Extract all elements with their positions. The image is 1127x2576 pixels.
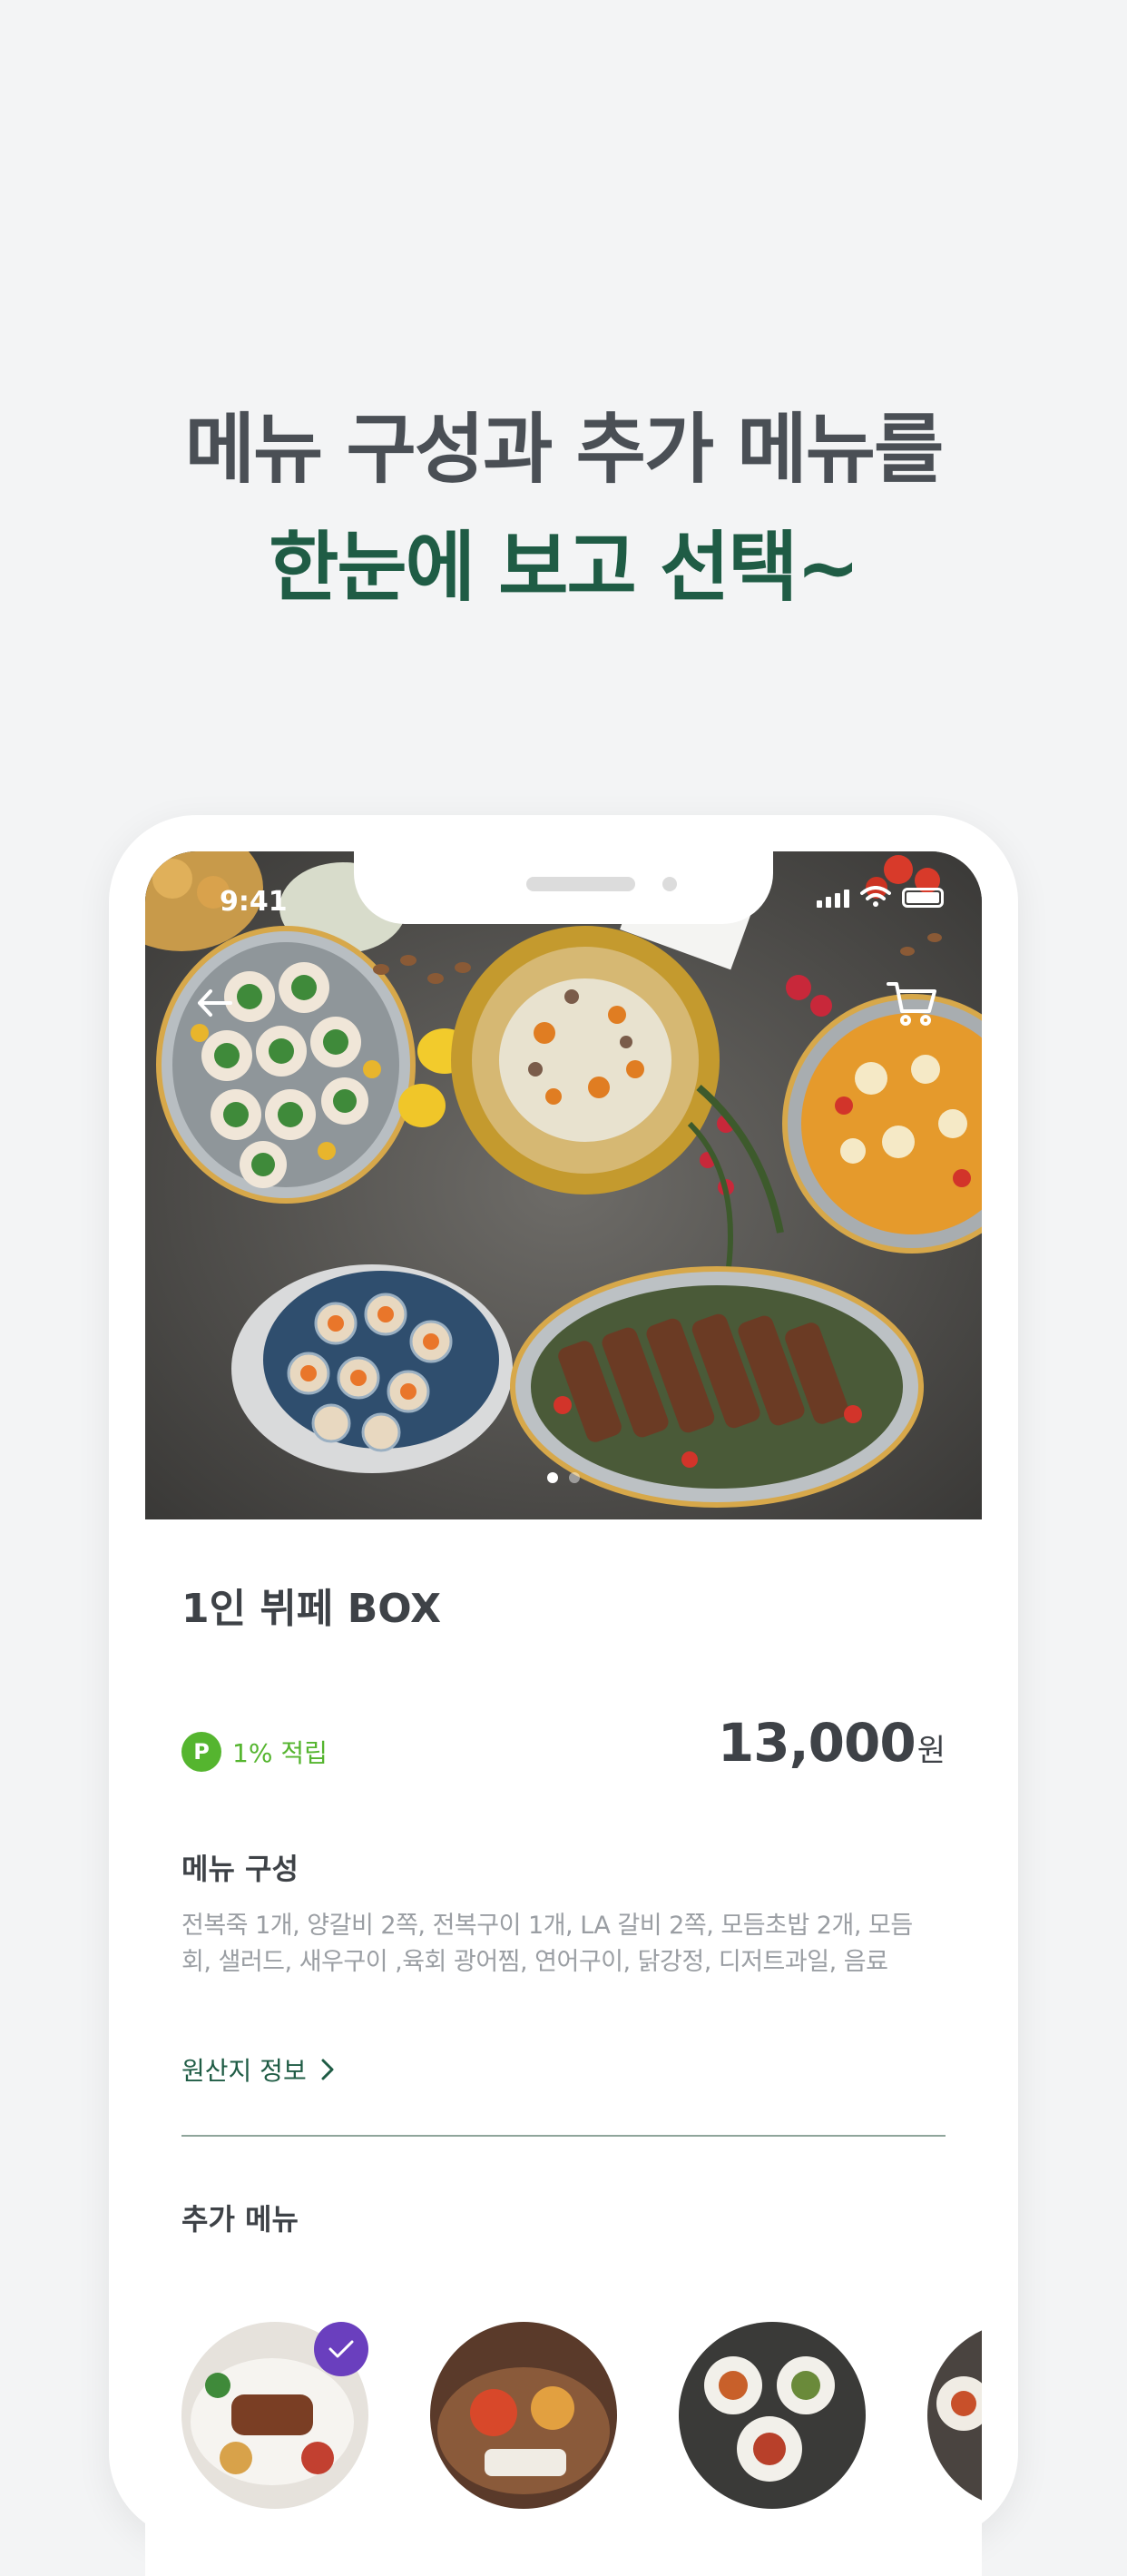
cart-icon: [887, 982, 936, 1026]
speaker-grille: [526, 877, 635, 891]
additional-menu-image: [430, 2322, 617, 2509]
back-arrow-icon: [198, 989, 232, 1017]
points-info: P 1% 적립: [181, 1732, 328, 1772]
menu-composition-description: 전복죽 1개, 양갈비 2쪽, 전복구이 1개, LA 갈비 2쪽, 모듬초밥 …: [181, 1912, 913, 1976]
product-price: 13,000 원: [718, 1712, 946, 1774]
cellular-signal-icon: [817, 890, 849, 908]
phone-screen: 9:41 1인 뷔페 BOX P 1% 적립 13,000 원 메뉴 구성 전복…: [145, 851, 982, 2576]
additional-menu-item[interactable]: [181, 2322, 368, 2509]
menu-composition-title: 메뉴 구성: [181, 1852, 299, 1886]
carousel-dot-1[interactable]: [547, 1472, 558, 1483]
price-unit: 원: [916, 1733, 946, 1769]
origin-info-link[interactable]: 원산지 정보: [181, 2051, 336, 2088]
phone-notch: [354, 851, 773, 924]
product-title: 1인 뷔페 BOX: [181, 1586, 441, 1632]
additional-menu-item[interactable]: [430, 2322, 617, 2509]
price-value: 13,000: [717, 1712, 916, 1774]
battery-icon: [902, 888, 944, 908]
additional-menu-image: [927, 2322, 982, 2509]
product-hero-image[interactable]: [145, 851, 982, 1519]
status-icons: [817, 886, 944, 908]
additional-menu-item[interactable]: [679, 2322, 866, 2509]
food-platter-illustration: [145, 851, 982, 1519]
carousel-dot-2[interactable]: [569, 1472, 580, 1483]
cart-button[interactable]: [886, 978, 938, 1027]
additional-menu-image: [679, 2322, 866, 2509]
phone-frame: 9:41 1인 뷔페 BOX P 1% 적립 13,000 원 메뉴 구성 전복…: [109, 815, 1018, 2576]
wifi-icon: [860, 886, 891, 907]
check-icon: [328, 2340, 354, 2358]
promo-headline: 메뉴 구성과 추가 메뉴를 한눈에 보고 선택~: [0, 390, 1127, 626]
points-label: 1% 적립: [232, 1738, 328, 1768]
front-camera: [662, 877, 677, 891]
additional-menu-list: [181, 2322, 982, 2558]
status-time: 9:41: [220, 886, 288, 918]
additional-menu-item[interactable]: [927, 2322, 982, 2509]
headline-line-2: 한눈에 보고 선택~: [269, 523, 860, 612]
point-badge-icon: P: [181, 1732, 221, 1772]
origin-info-label: 원산지 정보: [181, 2056, 307, 2086]
carousel-indicator: [145, 1472, 982, 1483]
selected-check-badge: [314, 2322, 368, 2376]
chevron-right-icon: [321, 2059, 334, 2080]
headline-line-1: 메뉴 구성과 추가 메뉴를: [184, 405, 945, 494]
additional-menu-title: 추가 메뉴: [181, 2202, 299, 2237]
section-divider: [181, 2135, 946, 2137]
back-button[interactable]: [192, 980, 238, 1026]
